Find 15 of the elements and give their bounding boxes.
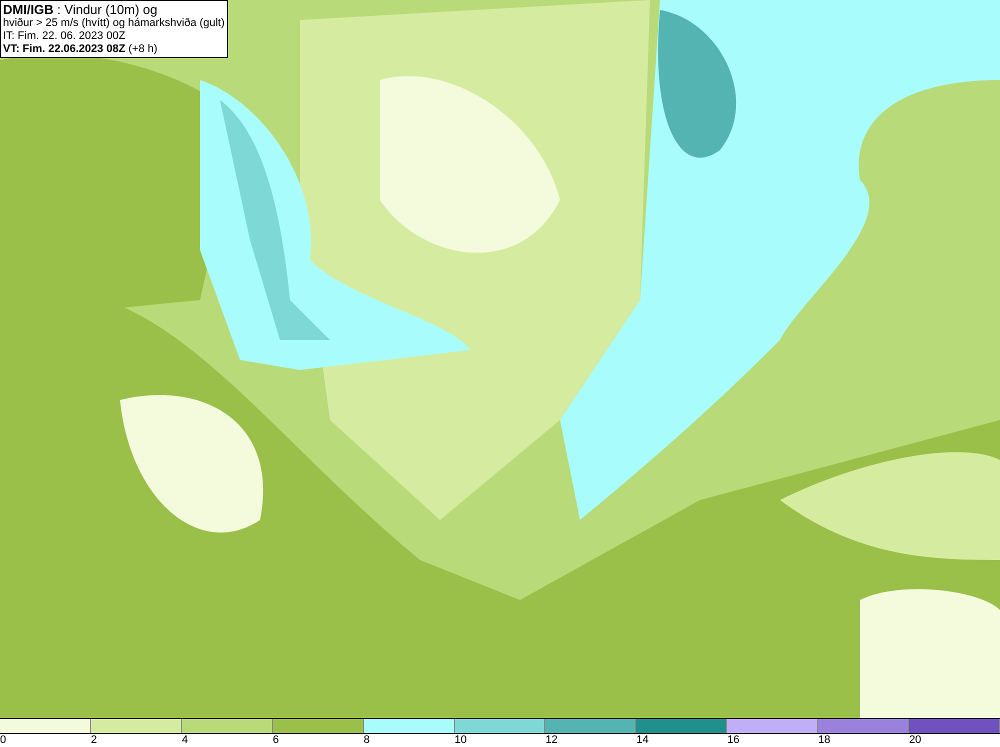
legend-label: 2 [90, 734, 98, 747]
legend-label: 18 [818, 734, 830, 747]
info-line: VT: Fim. 22.06.2023 08Z (+8 h) [3, 43, 158, 56]
legend-label: 6 [272, 734, 279, 747]
legend-label: 4 [182, 734, 188, 747]
legend-label: 12 [545, 734, 558, 747]
info-line: hviður > 25 m/s (hvítt) og hámarkshviða (gult) [3, 17, 225, 30]
legend-label: 20 [909, 734, 922, 747]
legend-label: 16 [727, 734, 740, 747]
legend-label: 8 [364, 734, 370, 747]
legend-label: 10 [454, 734, 467, 747]
legend-label: 0 [0, 734, 6, 747]
info-line: DMI/IGB : Vindur (10m) og [3, 2, 158, 17]
info-line: IT: Fim. 22. 06. 2023 00Z [3, 30, 126, 43]
legend-label: 14 [636, 734, 649, 747]
